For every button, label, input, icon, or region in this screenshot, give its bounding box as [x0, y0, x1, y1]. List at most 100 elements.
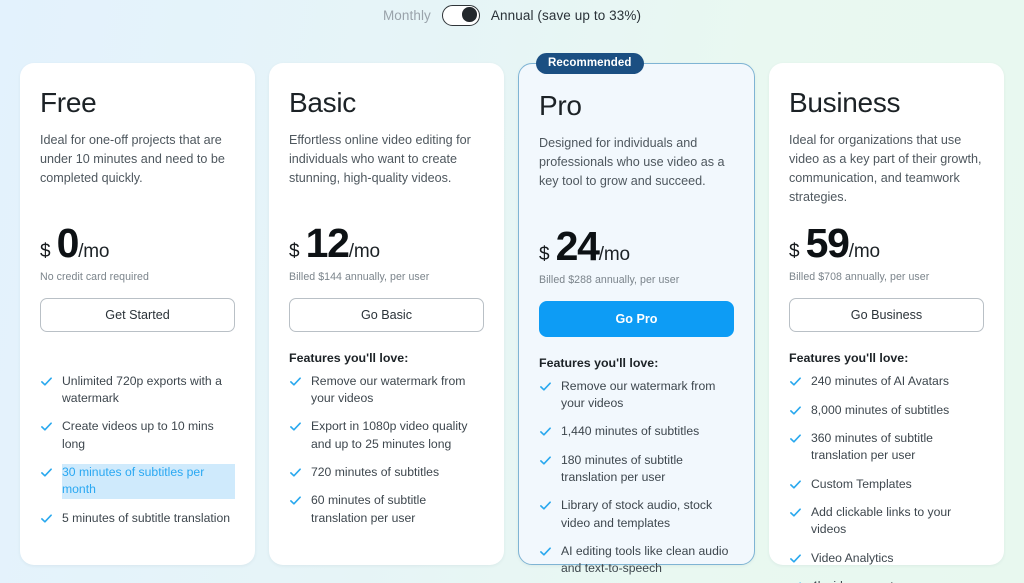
plan-description: Ideal for organizations that use video a… — [789, 131, 984, 208]
feature-text: Create videos up to 10 mins long — [62, 418, 235, 453]
check-icon — [40, 512, 53, 525]
feature-list: 240 minutes of AI Avatars 8,000 minutes o… — [789, 373, 984, 583]
plan-description: Ideal for one-off projects that are unde… — [40, 131, 235, 207]
feature-list: Unlimited 720p exports with a watermark C… — [40, 373, 235, 527]
features-heading: Features you'll love: — [289, 351, 484, 365]
feature-text: Export in 1080p video quality and up to … — [311, 418, 484, 453]
billing-toggle-bar: Monthly Annual (save up to 33%) — [0, 0, 1024, 28]
price-currency: $ — [539, 244, 550, 266]
price-currency: $ — [40, 241, 51, 263]
list-item: Create videos up to 10 mins long — [40, 418, 235, 453]
plan-description: Designed for individuals and professiona… — [539, 134, 734, 210]
check-icon — [539, 454, 552, 467]
list-item: 180 minutes of subtitle translation per … — [539, 452, 734, 487]
list-item: 60 minutes of subtitle translation per u… — [289, 492, 484, 527]
feature-text: 5 minutes of subtitle translation — [62, 510, 230, 527]
feature-text: 180 minutes of subtitle translation per … — [561, 452, 734, 487]
cta-go-pro-button[interactable]: Go Pro — [539, 301, 734, 337]
feature-text: AI editing tools like clean audio and te… — [561, 543, 734, 578]
price-currency: $ — [289, 241, 300, 263]
list-item: 1,440 minutes of subtitles — [539, 423, 734, 440]
list-item: Video Analytics — [789, 550, 984, 567]
recommended-badge: Recommended — [536, 53, 644, 74]
price-period: /mo — [599, 244, 630, 266]
price-period: /mo — [78, 241, 109, 263]
check-icon — [40, 375, 53, 388]
feature-text: Remove our watermark from your videos — [561, 378, 734, 413]
price-row: $0/mo — [40, 223, 235, 264]
feature-text: Unlimited 720p exports with a watermark — [62, 373, 235, 408]
check-icon — [539, 499, 552, 512]
list-item: Add clickable links to your videos — [789, 504, 984, 539]
check-icon — [40, 466, 53, 479]
check-icon — [289, 494, 302, 507]
check-icon — [289, 420, 302, 433]
feature-text: Video Analytics — [811, 550, 893, 567]
list-item: Remove our watermark from your videos — [289, 373, 484, 408]
billing-annual-label[interactable]: Annual (save up to 33%) — [491, 8, 641, 23]
price-period: /mo — [349, 241, 380, 263]
feature-text: Library of stock audio, stock video and … — [561, 497, 734, 532]
check-icon — [789, 478, 802, 491]
pricing-card-basic: Basic Effortless online video editing for… — [269, 63, 504, 565]
check-icon — [289, 375, 302, 388]
price-row: $24/mo — [539, 226, 734, 267]
feature-list: Remove our watermark from your videos Exp… — [289, 373, 484, 527]
plan-name: Pro — [539, 91, 734, 122]
cta-go-business-button[interactable]: Go Business — [789, 298, 984, 332]
pricing-card-free: Free Ideal for one-off projects that are … — [20, 63, 255, 565]
price-currency: $ — [789, 241, 800, 263]
list-item: 360 minutes of subtitle translation per … — [789, 430, 984, 465]
billing-note: Billed $708 annually, per user — [789, 271, 984, 283]
list-item: 30 minutes of subtitles per month — [40, 464, 235, 499]
cta-get-started-button[interactable]: Get Started — [40, 298, 235, 332]
billing-note: No credit card required — [40, 271, 235, 283]
price-row: $59/mo — [789, 223, 984, 264]
list-item: Export in 1080p video quality and up to … — [289, 418, 484, 453]
pricing-card-pro: RecommendedProDesigned for individuals a… — [518, 63, 755, 565]
feature-text: 240 minutes of AI Avatars — [811, 373, 949, 390]
price-period: /mo — [849, 241, 880, 263]
feature-text: 360 minutes of subtitle translation per … — [811, 430, 984, 465]
cta-go-basic-button[interactable]: Go Basic — [289, 298, 484, 332]
billing-note: Billed $144 annually, per user — [289, 271, 484, 283]
price-amount: 0 — [57, 223, 79, 264]
plan-name: Business — [789, 88, 984, 119]
list-item: 240 minutes of AI Avatars — [789, 373, 984, 390]
features-heading: Features you'll love: — [539, 356, 734, 370]
list-item: 5 minutes of subtitle translation — [40, 510, 235, 527]
plan-description: Effortless online video editing for indi… — [289, 131, 484, 207]
features-heading: Features you'll love: — [789, 351, 984, 365]
feature-list: Remove our watermark from your videos 1,4… — [539, 378, 734, 578]
list-item: 8,000 minutes of subtitles — [789, 402, 984, 419]
plan-name: Basic — [289, 88, 484, 119]
feature-text: 30 minutes of subtitles per month — [62, 464, 235, 499]
feature-text: 8,000 minutes of subtitles — [811, 402, 949, 419]
check-icon — [789, 506, 802, 519]
pricing-cards-grid: Free Ideal for one-off projects that are … — [20, 63, 1004, 565]
feature-text: Add clickable links to your videos — [811, 504, 984, 539]
list-item: Remove our watermark from your videos — [539, 378, 734, 413]
check-icon — [789, 404, 802, 417]
price-amount: 24 — [556, 226, 599, 267]
list-item: Unlimited 720p exports with a watermark — [40, 373, 235, 408]
check-icon — [539, 545, 552, 558]
check-icon — [40, 420, 53, 433]
billing-monthly-label[interactable]: Monthly — [383, 8, 431, 23]
price-amount: 59 — [806, 223, 849, 264]
feature-text: Custom Templates — [811, 476, 912, 493]
check-icon — [539, 425, 552, 438]
pricing-card-business: Business Ideal for organizations that use… — [769, 63, 1004, 565]
feature-text: 1,440 minutes of subtitles — [561, 423, 699, 440]
list-item: 4k video exports — [789, 578, 984, 583]
price-amount: 12 — [306, 223, 349, 264]
feature-text: 60 minutes of subtitle translation per u… — [311, 492, 484, 527]
feature-text: Remove our watermark from your videos — [311, 373, 484, 408]
billing-period-toggle[interactable] — [442, 5, 480, 26]
billing-note: Billed $288 annually, per user — [539, 274, 734, 286]
check-icon — [289, 466, 302, 479]
plan-name: Free — [40, 88, 235, 119]
list-item: Library of stock audio, stock video and … — [539, 497, 734, 532]
list-item: AI editing tools like clean audio and te… — [539, 543, 734, 578]
list-item: Custom Templates — [789, 476, 984, 493]
